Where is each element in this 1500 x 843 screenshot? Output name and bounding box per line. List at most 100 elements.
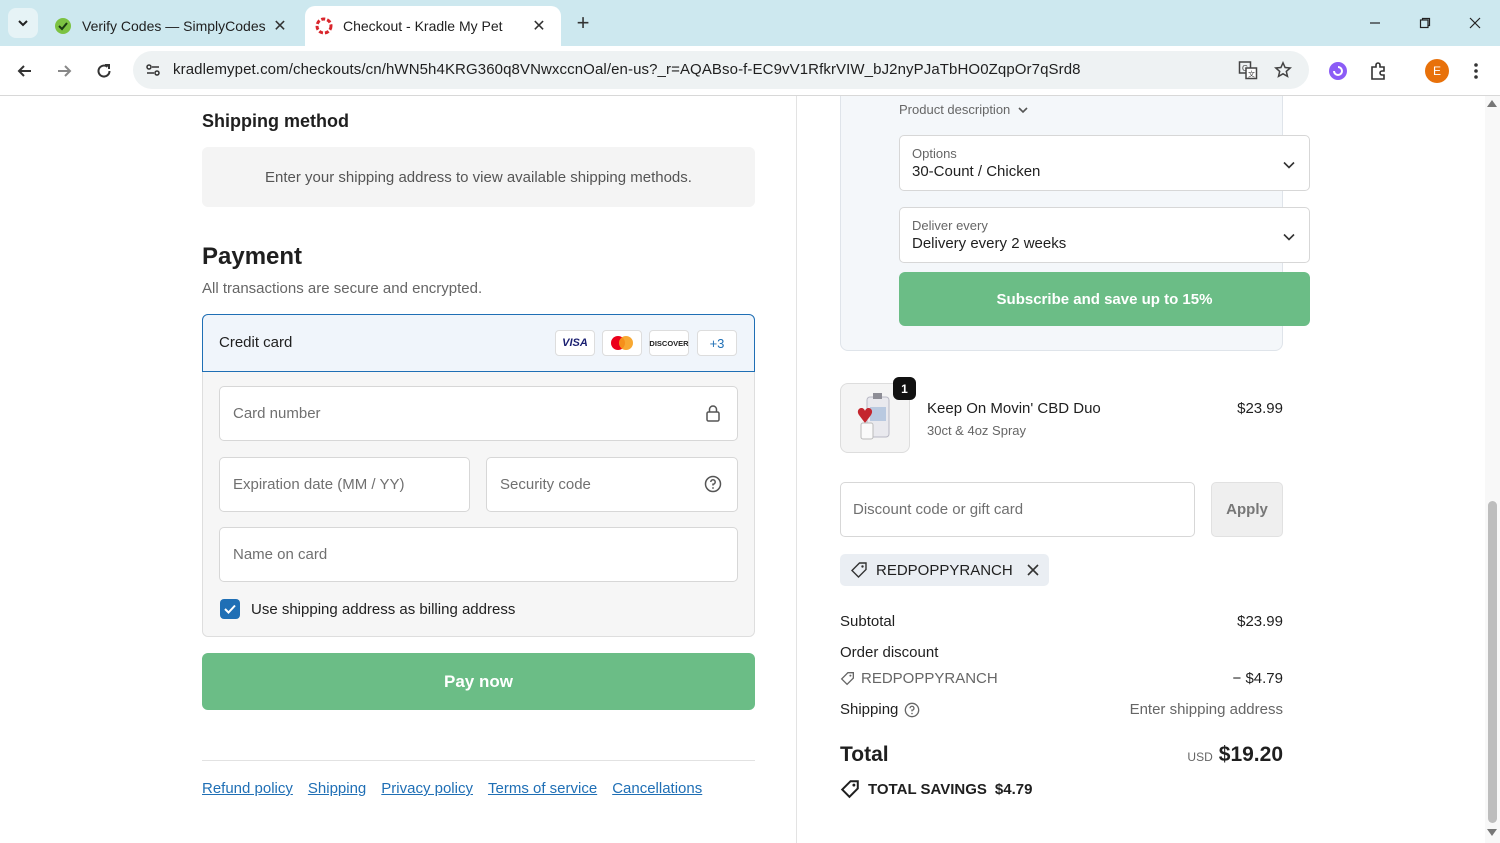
- expiration-date-field[interactable]: [219, 457, 470, 512]
- tab-checkout[interactable]: Checkout - Kradle My Pet ✕: [305, 6, 561, 46]
- name-on-card-field[interactable]: [219, 527, 738, 582]
- product-name: Keep On Movin' CBD Duo: [927, 400, 1101, 417]
- deliver-every-label: Deliver every: [912, 218, 988, 233]
- expiration-date-input[interactable]: [220, 458, 469, 511]
- simplycodes-favicon-icon: [54, 17, 72, 35]
- close-tab-icon[interactable]: ✕: [268, 14, 292, 38]
- extensions-puzzle-icon[interactable]: [1364, 57, 1392, 85]
- profile-avatar[interactable]: E: [1423, 57, 1451, 85]
- browser-tab-bar: Verify Codes — SimplyCodes ✕ Checkout - …: [0, 0, 1500, 46]
- security-code-field[interactable]: [486, 457, 738, 512]
- address-bar[interactable]: kradlemypet.com/checkouts/cn/hWN5h4KRG36…: [133, 51, 1309, 89]
- shipping-method-message: Enter your shipping address to view avai…: [265, 168, 692, 186]
- footer-divider: [202, 760, 755, 761]
- discount-value: − $4.79: [1232, 670, 1283, 687]
- payment-method-card: Credit card VISA DISCOVER +3 Card number…: [202, 314, 755, 637]
- terms-of-service-link[interactable]: Terms of service: [488, 780, 597, 797]
- mastercard-logo-icon: [602, 330, 642, 356]
- product-description-toggle[interactable]: Product description: [899, 102, 1028, 117]
- options-select[interactable]: Options 30-Count / Chicken: [899, 135, 1310, 191]
- card-number-input[interactable]: [220, 387, 737, 440]
- shipping-method-placeholder: Enter your shipping address to view avai…: [202, 147, 755, 207]
- cancellations-link[interactable]: Cancellations: [612, 780, 702, 797]
- subtotal-value: $23.99: [1237, 613, 1283, 630]
- help-circle-icon[interactable]: [703, 474, 723, 494]
- applied-discount-code: REDPOPPYRANCH: [876, 561, 1013, 579]
- reload-button[interactable]: [88, 55, 120, 87]
- discount-code-text: REDPOPPYRANCH: [861, 670, 998, 687]
- site-info-icon[interactable]: [141, 58, 165, 82]
- minimize-button[interactable]: [1352, 8, 1398, 38]
- scroll-down-arrow-icon[interactable]: [1487, 829, 1497, 836]
- tag-icon: [851, 562, 867, 578]
- tab-verify-codes[interactable]: Verify Codes — SimplyCodes ✕: [46, 6, 302, 46]
- billing-address-label: Use shipping address as billing address: [251, 600, 516, 618]
- shipping-value: Enter shipping address: [1129, 701, 1283, 718]
- browser-menu-button[interactable]: [1462, 57, 1490, 85]
- credit-card-fields: Use shipping address as billing address: [203, 372, 754, 636]
- remove-discount-button[interactable]: [1027, 564, 1039, 576]
- tag-icon: [840, 780, 859, 799]
- payment-subtitle: All transactions are secure and encrypte…: [202, 280, 483, 297]
- checkout-page: Shipping method Enter your shipping addr…: [0, 96, 1500, 843]
- card-number-field[interactable]: [219, 386, 738, 441]
- tab-title: Checkout - Kradle My Pet: [343, 18, 503, 34]
- total-savings-value: $4.79: [994, 780, 1033, 798]
- total-label: Total: [840, 743, 889, 766]
- payment-heading: Payment: [202, 243, 303, 270]
- bookmark-star-icon[interactable]: [1271, 58, 1295, 82]
- reload-icon: [97, 64, 111, 78]
- discount-code-input[interactable]: [841, 483, 1194, 536]
- restore-icon: [1419, 17, 1431, 29]
- page-scrollbar[interactable]: [1485, 96, 1500, 843]
- total-savings-label: TOTAL SAVINGS: [868, 780, 987, 798]
- product-price: $23.99: [1237, 400, 1283, 417]
- arrow-right-icon: [58, 65, 72, 77]
- total-row: Total USD $19.20: [840, 743, 1283, 773]
- profile-initial: E: [1425, 59, 1449, 83]
- name-on-card-input[interactable]: [220, 528, 737, 581]
- product-image-icon: [857, 393, 890, 440]
- extension-icon[interactable]: [1324, 57, 1352, 85]
- delivery-frequency-select[interactable]: Deliver every Delivery every 2 weeks: [899, 207, 1310, 263]
- discover-logo-icon: DISCOVER: [649, 330, 689, 356]
- security-code-input[interactable]: [487, 458, 737, 511]
- new-tab-button[interactable]: +: [570, 10, 596, 36]
- close-window-button[interactable]: [1452, 8, 1498, 38]
- deliver-every-value: Delivery every 2 weeks: [912, 235, 1067, 252]
- privacy-policy-link[interactable]: Privacy policy: [381, 780, 473, 797]
- chevron-down-icon: [1018, 106, 1028, 113]
- billing-address-checkbox-row[interactable]: Use shipping address as billing address: [220, 599, 515, 619]
- refund-policy-link[interactable]: Refund policy: [202, 780, 293, 797]
- chevron-down-icon: [1283, 156, 1295, 174]
- svg-text:文: 文: [1248, 70, 1255, 79]
- shipping-link[interactable]: Shipping: [308, 780, 366, 797]
- url-text: kradlemypet.com/checkouts/cn/hWN5h4KRG36…: [173, 61, 1081, 78]
- restore-button[interactable]: [1402, 8, 1448, 38]
- credit-card-option[interactable]: Credit card VISA DISCOVER +3: [202, 314, 755, 372]
- close-tab-icon[interactable]: ✕: [527, 14, 551, 38]
- translate-icon[interactable]: G文: [1236, 58, 1260, 82]
- discount-code-field[interactable]: [840, 482, 1195, 537]
- tab-search-button[interactable]: [8, 8, 38, 38]
- currency-code: USD: [1187, 750, 1213, 764]
- options-value: 30-Count / Chicken: [912, 163, 1041, 180]
- forward-button[interactable]: [48, 55, 80, 87]
- scroll-up-arrow-icon[interactable]: [1487, 100, 1497, 107]
- billing-address-checkbox[interactable]: [220, 599, 240, 619]
- visa-logo-icon: VISA: [555, 330, 595, 356]
- total-value: $19.20: [1218, 743, 1283, 766]
- help-circle-icon[interactable]: [904, 702, 920, 718]
- apply-discount-button[interactable]: Apply: [1211, 482, 1283, 537]
- scrollbar-thumb[interactable]: [1488, 501, 1497, 823]
- applied-discount-chip: REDPOPPYRANCH: [840, 554, 1049, 586]
- shipping-label-group: Shipping: [840, 701, 920, 718]
- product-variant: 30ct & 4oz Spray: [927, 423, 1026, 438]
- arrow-left-icon: [17, 65, 31, 77]
- more-vertical-icon: [1474, 63, 1478, 79]
- back-button[interactable]: [9, 55, 41, 87]
- pay-now-button[interactable]: Pay now: [202, 653, 755, 710]
- checkout-form-column: Shipping method Enter your shipping addr…: [0, 96, 797, 843]
- shipping-method-heading: Shipping method: [202, 111, 349, 131]
- subscribe-and-save-button[interactable]: Subscribe and save up to 15%: [899, 272, 1310, 326]
